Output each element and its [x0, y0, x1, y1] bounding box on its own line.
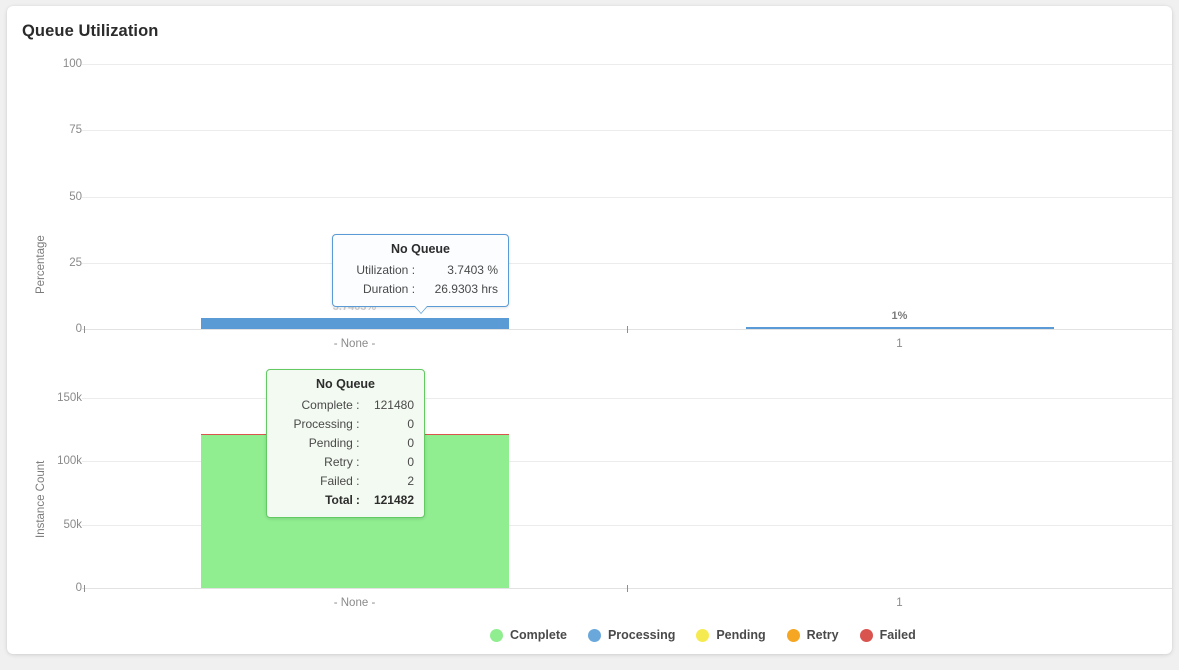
tooltip-row: Total:121482 [277, 490, 414, 509]
instance-count-plot-area: - None - 1 [82, 366, 1172, 616]
x-axis-tick-mark [627, 585, 628, 592]
tooltip-row-separator: : [411, 281, 416, 296]
queue-utilization-card: Queue Utilization 0 25 50 75 100 3.7403% - No… [7, 6, 1172, 654]
legend-swatch-icon [696, 628, 710, 642]
utilization-y-axis: 0 25 50 75 100 [7, 58, 82, 354]
tooltip-row: Complete:121480 [277, 395, 414, 414]
y-axis-tick-label: 50 [69, 190, 82, 203]
y-axis-tick-label: 0 [75, 582, 82, 594]
utilization-chart: 0 25 50 75 100 3.7403% - None -1% 1 Percentage [7, 58, 1172, 354]
tooltip-row-key: Retry [324, 454, 353, 469]
y-axis-tick-label: 100 [62, 58, 82, 70]
legend-item-retry[interactable]: Retry [786, 628, 839, 642]
tooltip-row-key: Processing [293, 416, 353, 431]
y-axis-tick-label: 25 [69, 256, 82, 269]
y-axis-tick-label: 50k [63, 518, 82, 531]
instance-count-y-axis-title: Instance Count [35, 460, 47, 538]
legend-label: Complete [510, 628, 567, 642]
bar-data-label: 1% [891, 310, 908, 322]
tooltip-row-separator: : [356, 473, 360, 488]
gridline [82, 398, 1172, 399]
tooltip-rows: Complete:121480 Processing:0 Pending:0 Retr… [277, 395, 414, 509]
tooltip-row-value: 0 [407, 454, 414, 469]
legend-item-processing[interactable]: Processing [587, 628, 676, 642]
tooltip-row: Failed: 2 [277, 471, 414, 490]
tooltip-row-separator: : [411, 262, 416, 277]
y-axis-tick-label: 150k [57, 392, 82, 404]
legend-label: Processing [607, 628, 676, 642]
page-title: Queue Utilization [22, 22, 159, 40]
tooltip-row-separator: : [356, 435, 360, 450]
legend-item-complete[interactable]: Complete [490, 628, 567, 642]
tooltip-row-key: Failed [320, 473, 353, 488]
legend-swatch-icon [490, 628, 503, 642]
instance-count-tooltip: No Queue Complete:121480 Processing:0 Pend… [266, 369, 425, 518]
instance-count-chart: 0 50k 100k 150k - None - 1 Instance Count [7, 366, 1172, 616]
tooltip-row-value: 3.7403 % [447, 262, 498, 277]
tooltip-row-value: 121482 [373, 492, 414, 507]
legend-item-pending[interactable]: Pending [696, 628, 766, 642]
tooltip-row-value: 121480 [373, 397, 414, 412]
tooltip-row: Pending: 0 [277, 433, 414, 452]
legend-label: Failed [879, 628, 916, 642]
gridline [82, 196, 1172, 198]
chart-legend: Complete Processing Pending Retry Failed [490, 628, 916, 642]
tooltip-row-key: Duration [363, 281, 409, 296]
y-axis-tick-label: 0 [75, 323, 82, 335]
utilization-plot-area: 3.7403% - None -1% 1 [82, 64, 1172, 354]
tooltip-row-key: Utilization [356, 262, 409, 277]
tooltip-row-value: 2 [407, 473, 414, 488]
tooltip-row-separator: : [356, 397, 360, 412]
tooltip-row-separator: : [356, 416, 360, 431]
legend-label: Pending [716, 628, 766, 642]
utilization-bar[interactable] [745, 327, 1054, 329]
x-axis-origin-tick-mark [84, 585, 85, 592]
tooltip-row-separator: : [356, 454, 360, 469]
y-axis-tick-label: 75 [69, 124, 82, 137]
legend-swatch-icon [587, 628, 601, 642]
tooltip-row: Processing: 0 [277, 414, 414, 433]
tooltip-row-key: Pending [308, 435, 353, 450]
tooltip-arrow-fill [414, 305, 427, 313]
utilization-y-axis-title: Percentage [35, 235, 47, 294]
tooltip-row-key: Complete [301, 397, 353, 412]
page-root: Queue Utilization 0 25 50 75 100 3.7403% - No… [0, 0, 1179, 670]
x-axis-tick-label: 1 [896, 338, 903, 350]
tooltip-title: No Queue [390, 242, 451, 256]
tooltip-rows: Utilization: 3.7403 % Duration: 26.9303 hrs [343, 260, 498, 298]
tooltip-row: Duration: 26.9303 hrs [343, 279, 498, 298]
x-axis-origin-tick-mark [84, 326, 85, 333]
x-axis-tick-label: 1 [896, 597, 903, 609]
tooltip-row: Utilization: 3.7403 % [343, 260, 498, 279]
legend-swatch-icon [786, 628, 800, 642]
x-axis-tick-label: - None - [333, 338, 376, 350]
x-axis-tick-label: - None - [333, 597, 376, 609]
utilization-tooltip: No Queue Utilization: 3.7403 % Duration: 26… [332, 234, 509, 314]
tooltip-row-value: 0 [407, 435, 414, 450]
tooltip-title: No Queue [315, 377, 376, 391]
legend-item-failed[interactable]: Failed [859, 628, 916, 642]
legend-label: Retry [806, 628, 839, 642]
gridline [82, 130, 1172, 132]
tooltip-row-value: 26.9303 hrs [434, 281, 498, 296]
legend-swatch-icon [859, 628, 873, 642]
tooltip-row: Retry: 0 [277, 452, 414, 471]
tooltip-row-key: Total [325, 492, 353, 507]
tooltip-row-value: 0 [407, 416, 414, 431]
y-axis-tick-label: 100k [57, 455, 82, 468]
utilization-bar[interactable] [200, 318, 509, 329]
gridline [82, 64, 1172, 65]
tooltip-row-separator: : [355, 492, 360, 507]
x-axis-tick-mark [627, 326, 628, 333]
gridline [82, 262, 1172, 264]
